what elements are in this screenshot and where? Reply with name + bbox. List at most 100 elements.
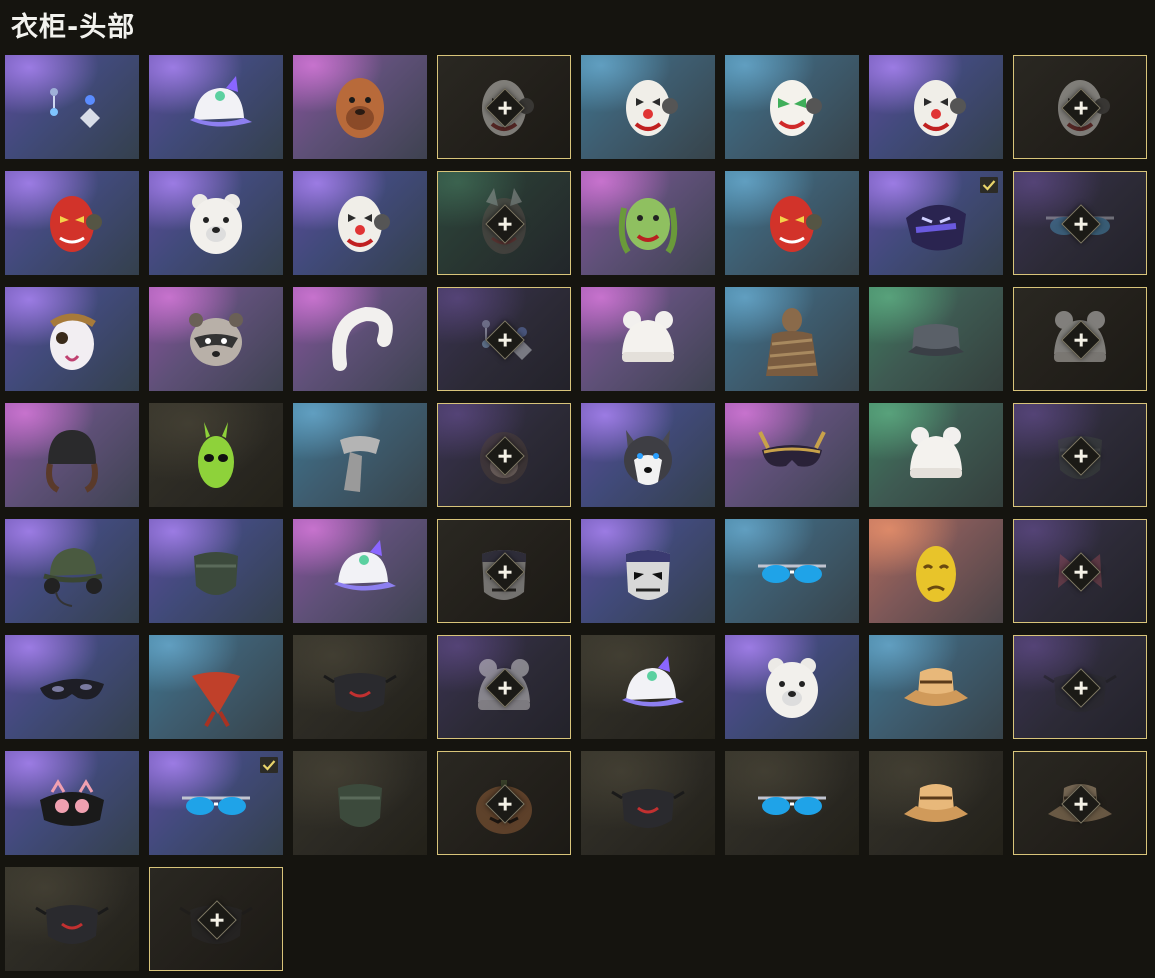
sunglasses-icon [725,519,859,623]
wardrobe-item-dark-hat-locked[interactable] [1013,751,1147,855]
wardrobe-item-medusa-mask[interactable] [581,171,715,275]
wardrobe-item-monkey-mask-locked[interactable] [437,403,571,507]
bucket-hat-icon [869,635,1003,739]
earrings-icon [5,55,139,159]
bandana-icon [149,635,283,739]
helmet-icon [5,403,139,507]
wardrobe-item-red-stripe-cap[interactable] [581,635,715,739]
wardrobe-item-red-oni-mask[interactable] [5,171,139,275]
cap-icon [581,635,715,739]
wardrobe-item-hooded-scarf[interactable] [293,751,427,855]
wardrobe-item-husky-head[interactable] [581,403,715,507]
wardrobe-item-gray-scarf[interactable] [293,403,427,507]
wardrobe-item-bucket-hat[interactable] [869,635,1003,739]
wardrobe-item-raccoon-head[interactable] [149,287,283,391]
equipped-check-icon [260,757,278,773]
wardrobe-item-gold-skull-mask-locked[interactable] [437,519,571,623]
dog-mask-icon [293,55,427,159]
wardrobe-item-brown-bear-head[interactable] [725,635,859,739]
cap-icon [293,519,427,623]
wardrobe-item-face-wrap-locked[interactable] [1013,403,1147,507]
wardrobe-item-cat-ear-cap[interactable] [149,55,283,159]
steampunk-mask-icon [5,287,139,391]
husky-head-icon [581,403,715,507]
wardrobe-item-pom-beanie-locked[interactable] [437,635,571,739]
wardrobe-item-blue-shield-glasses[interactable] [149,751,283,855]
face-mask-icon [581,751,715,855]
face-wrap-icon [149,519,283,623]
alien-mask-icon [149,403,283,507]
skull-mask-icon [581,519,715,623]
page-title: 衣柜-头部 [11,12,136,43]
wardrobe-item-gray-patrol-cap[interactable] [869,287,1003,391]
wardrobe-item-gray-clown-mask-locked[interactable] [1013,55,1147,159]
bear-head-icon [725,635,859,739]
raccoon-head-icon [149,287,283,391]
wardrobe-item-sunglasses-locked[interactable] [1013,171,1147,275]
wardrobe-item-punisher-mask[interactable] [581,519,715,623]
wardrobe-item-black-beanie-locked[interactable] [1013,287,1147,391]
wardrobe-item-red-hannya-mask[interactable] [725,171,859,275]
wardrobe-item-headset-cap[interactable] [5,519,139,623]
face-mask-icon [5,867,139,971]
clown-mask-icon [581,55,715,159]
cap-icon [149,55,283,159]
wardrobe-item-fur-earmuffs[interactable] [293,287,427,391]
wardrobe-item-cat-sleep-mask[interactable] [5,751,139,855]
wardrobe-item-earrings[interactable] [5,55,139,159]
wardrobe-item-gold-masquerade-mask[interactable] [725,403,859,507]
wardrobe-item-black-face-mask[interactable] [293,635,427,739]
wardrobe-item-skull-face-mask-locked[interactable] [1013,635,1147,739]
wardrobe-item-camo-face-wrap[interactable] [149,519,283,623]
wardrobe-item-steampunk-mask[interactable] [5,287,139,391]
headset-icon [5,519,139,623]
wardrobe-item-fang-face-mask-locked[interactable] [149,867,283,971]
wardrobe-item-clown-mask-locked[interactable] [437,55,571,159]
equipped-check-icon [980,177,998,193]
wardrobe-item-pom-pom-beanie[interactable] [869,403,1003,507]
face-mask-icon [293,635,427,739]
wardrobe-item-shark-bucket-hat[interactable] [869,751,1003,855]
wardrobe-item-demon-mask-locked[interactable] [437,171,571,275]
wardrobe-item-shar-pei-mask[interactable] [293,55,427,159]
wardrobe-item-tactical-face-mask[interactable] [5,867,139,971]
theater-mask-icon [869,519,1003,623]
wardrobe-item-mummy-outfit[interactable] [725,287,859,391]
sleep-mask-icon [5,751,139,855]
wardrobe-item-joker-mask[interactable] [725,55,859,159]
wardrobe-item-yellow-goggles[interactable] [725,751,859,855]
medusa-mask-icon [581,171,715,275]
wardrobe-item-earrings-locked[interactable] [437,287,571,391]
wardrobe-item-mouth-face-mask[interactable] [581,751,715,855]
wardrobe-item-hooded-helmet[interactable] [5,403,139,507]
wardrobe-item-gold-theater-mask[interactable] [869,519,1003,623]
wardrobe-item-chains-clown-mask[interactable] [581,55,715,159]
wardrobe-item-purple-beast-mask[interactable] [869,171,1003,275]
mummy-icon [725,287,859,391]
eye-mask-icon [5,635,139,739]
beanie-icon [869,403,1003,507]
wardrobe-item-red-bandana[interactable] [149,635,283,739]
oni-mask-icon [725,171,859,275]
wardrobe-item-black-eye-mask[interactable] [5,635,139,739]
bucket-hat-icon [869,751,1003,855]
clown-mask-icon [293,171,427,275]
beanie-icon [581,287,715,391]
wardrobe-item-bear-ear-beanie[interactable] [581,287,715,391]
patrol-cap-icon [869,287,1003,391]
wardrobe-item-black-baseball-cap[interactable] [293,519,427,623]
wardrobe-item-pumpkin-head-locked[interactable] [437,751,571,855]
masquerade-mask-icon [725,403,859,507]
scarf-icon [293,403,427,507]
wardrobe-item-pink-clown-mask[interactable] [869,55,1003,159]
wardrobe-item-red-sport-glasses[interactable] [725,519,859,623]
wardrobe-item-polar-bear-head[interactable] [149,171,283,275]
face-wrap-icon [293,751,427,855]
wardrobe-item-red-bow-locked[interactable] [1013,519,1147,623]
oni-mask-icon [5,171,139,275]
wardrobe-item-green-alien-mask[interactable] [149,403,283,507]
bear-head-icon [149,171,283,275]
sunglasses-icon [725,751,859,855]
joker-mask-icon [725,55,859,159]
wardrobe-item-blue-clown-mask[interactable] [293,171,427,275]
